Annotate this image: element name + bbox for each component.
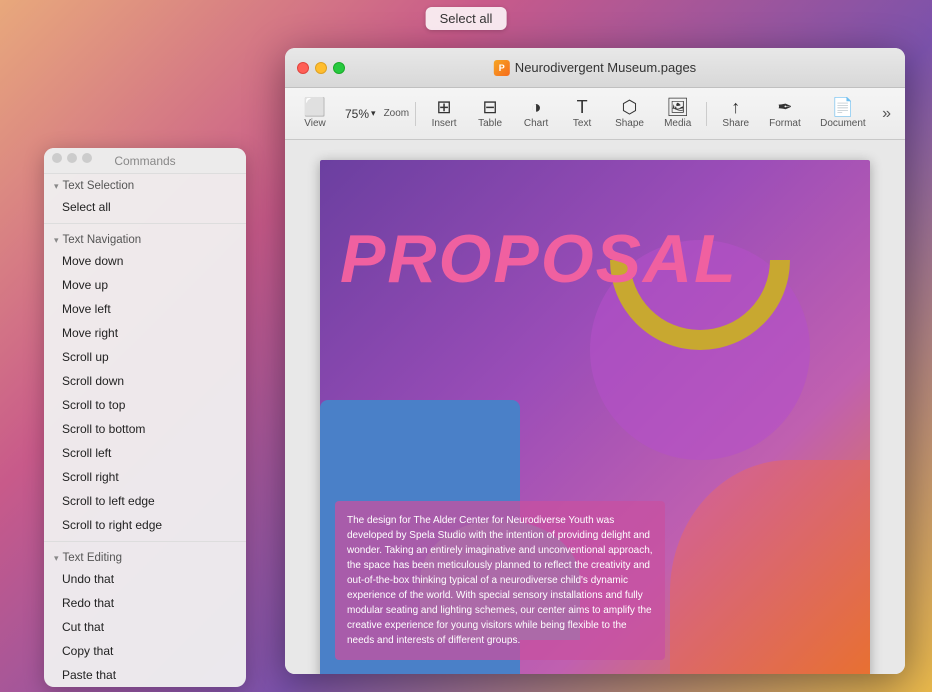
chevron-icon-nav: ▾ (54, 235, 59, 246)
cmd-scroll-right-edge[interactable]: Scroll to right edge (44, 513, 246, 537)
cmd-move-left[interactable]: Move left (44, 297, 246, 321)
body-text: The design for The Alder Center for Neur… (347, 513, 653, 648)
cmd-select-all[interactable]: Select all (44, 195, 246, 219)
toolbar-share-btn[interactable]: ↑ Share (713, 94, 758, 133)
toolbar-shape-btn[interactable]: ⬡ Shape (606, 94, 653, 133)
section-label-selection: Text Selection (63, 180, 135, 192)
proposal-heading: PROPOSAL (340, 220, 738, 298)
toolbar-document-btn[interactable]: 📄 Document (812, 94, 874, 133)
panel-traffic-lights (52, 153, 92, 163)
table-icon: ⊟ (483, 98, 498, 116)
shape-label: Shape (615, 118, 644, 129)
cmd-scroll-left-edge[interactable]: Scroll to left edge (44, 489, 246, 513)
cmd-paste[interactable]: Paste that (44, 663, 246, 687)
toolbar-insert-btn[interactable]: ⊞ Insert (422, 94, 466, 133)
view-icon: ⬜ (304, 98, 326, 116)
panel-minimize-dot[interactable] (67, 153, 77, 163)
toolbar-view-btn[interactable]: ⬜ View (293, 94, 337, 133)
zoom-value: 75% (345, 107, 369, 121)
chart-label: Chart (524, 118, 548, 129)
window-titlebar: P Neurodivergent Museum.pages (285, 48, 905, 88)
zoom-chevron-icon: ▾ (371, 108, 376, 119)
cmd-scroll-right[interactable]: Scroll right (44, 465, 246, 489)
text-icon: T (577, 98, 588, 116)
cmd-move-right[interactable]: Move right (44, 321, 246, 345)
cmd-move-down[interactable]: Move down (44, 249, 246, 273)
fullscreen-button[interactable] (333, 62, 345, 74)
toolbar-text-btn[interactable]: T Text (560, 94, 604, 133)
share-icon: ↑ (731, 98, 740, 116)
section-label-navigation: Text Navigation (63, 234, 142, 246)
close-button[interactable] (297, 62, 309, 74)
panel-fullscreen-dot[interactable] (82, 153, 92, 163)
cmd-scroll-left[interactable]: Scroll left (44, 441, 246, 465)
document-icon: 📄 (832, 98, 854, 116)
titlebar-traffic-lights (297, 62, 345, 74)
insert-label: Insert (432, 118, 457, 129)
divider-2 (44, 541, 246, 542)
select-all-button[interactable]: Select all (426, 7, 507, 30)
toolbar-chart-btn[interactable]: ◑ Chart (514, 94, 558, 133)
toolbar-separator-2 (706, 102, 707, 126)
media-icon: 🖼 (666, 98, 689, 116)
cmd-scroll-to-bottom[interactable]: Scroll to bottom (44, 417, 246, 441)
window-title: P Neurodivergent Museum.pages (494, 60, 696, 76)
document-label: Document (820, 118, 866, 129)
minimize-button[interactable] (315, 62, 327, 74)
insert-icon: ⊞ (437, 98, 452, 116)
chart-icon: ◑ (531, 98, 542, 116)
share-label: Share (722, 118, 749, 129)
cmd-redo[interactable]: Redo that (44, 591, 246, 615)
page-background: PROPOSAL The design for The Alder Center… (320, 160, 870, 674)
shape-icon: ⬡ (622, 98, 638, 116)
pages-app-icon: P (494, 60, 510, 76)
divider-1 (44, 223, 246, 224)
cmd-scroll-up[interactable]: Scroll up (44, 345, 246, 369)
toolbar-media-btn[interactable]: 🖼 Media (655, 94, 700, 133)
format-icon: ✒ (777, 98, 792, 116)
cmd-move-up[interactable]: Move up (44, 273, 246, 297)
format-label: Format (769, 118, 801, 129)
page-canvas: PROPOSAL The design for The Alder Center… (320, 160, 870, 674)
chevron-icon-edit: ▾ (54, 553, 59, 564)
toolbar-separator-1 (415, 102, 416, 126)
body-text-box: The design for The Alder Center for Neur… (335, 501, 665, 660)
toolbar-more-btn[interactable]: » (876, 101, 897, 127)
cmd-scroll-down[interactable]: Scroll down (44, 369, 246, 393)
chevron-icon: ▾ (54, 181, 59, 192)
section-text-selection: ▾ Text Selection (44, 174, 246, 195)
cmd-cut[interactable]: Cut that (44, 615, 246, 639)
view-label: View (304, 118, 326, 129)
window-title-text: Neurodivergent Museum.pages (515, 60, 696, 75)
panel-close-dot[interactable] (52, 153, 62, 163)
zoom-label: Zoom (384, 108, 410, 119)
toolbar: ⬜ View 75% ▾ Zoom ⊞ Insert ⊟ Table ◑ Cha… (285, 88, 905, 140)
toolbar-zoom-btn[interactable]: 75% ▾ (339, 104, 382, 124)
cmd-copy[interactable]: Copy that (44, 639, 246, 663)
text-label: Text (573, 118, 591, 129)
table-label: Table (478, 118, 502, 129)
toolbar-format-btn[interactable]: ✒ Format (760, 94, 810, 133)
commands-panel: Commands ▾ Text Selection Select all ▾ T… (44, 148, 246, 687)
section-text-navigation: ▾ Text Navigation (44, 228, 246, 249)
cmd-scroll-to-top[interactable]: Scroll to top (44, 393, 246, 417)
toolbar-table-btn[interactable]: ⊟ Table (468, 94, 512, 133)
section-text-editing: ▾ Text Editing (44, 546, 246, 567)
shape-pink-blob (670, 460, 870, 674)
cmd-undo[interactable]: Undo that (44, 567, 246, 591)
document-content-area[interactable]: PROPOSAL The design for The Alder Center… (285, 140, 905, 674)
media-label: Media (664, 118, 691, 129)
pages-window: P Neurodivergent Museum.pages ⬜ View 75%… (285, 48, 905, 674)
section-label-editing: Text Editing (63, 552, 122, 564)
